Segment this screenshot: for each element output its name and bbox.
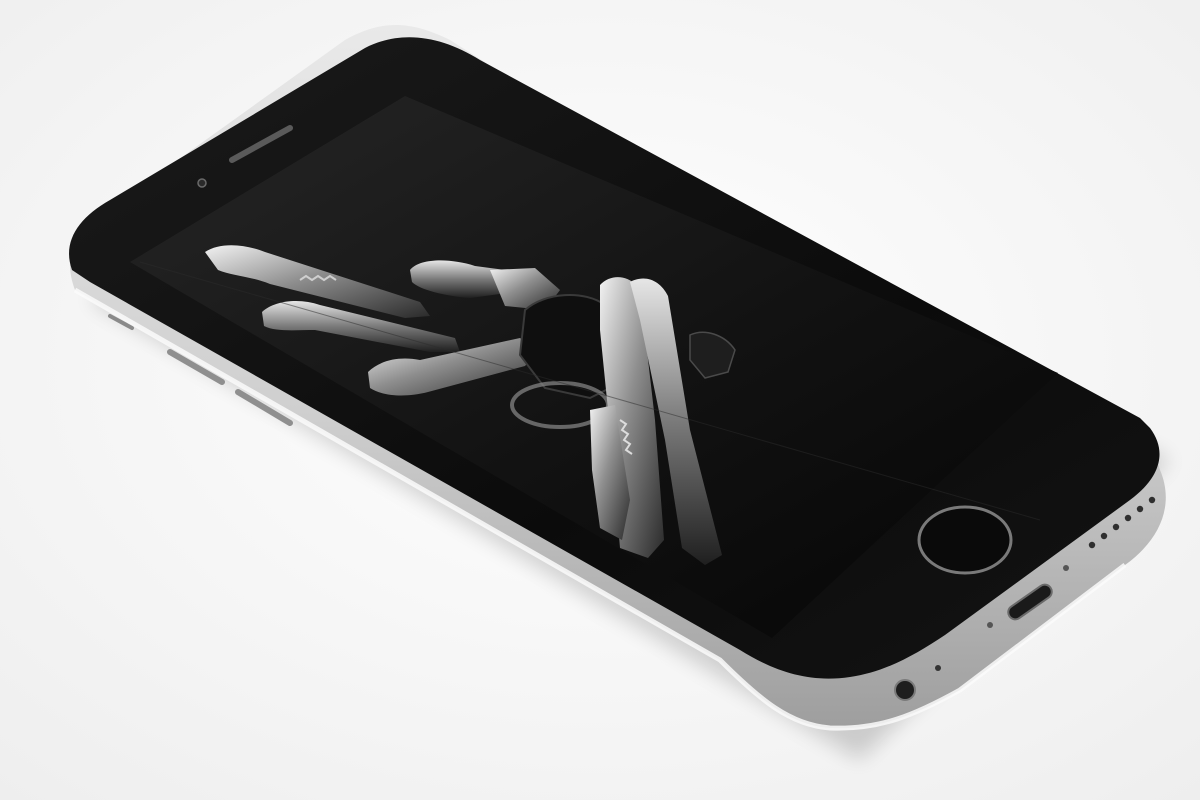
- microphone-hole: [935, 665, 941, 671]
- product-photo: [0, 0, 1200, 800]
- headphone-jack-icon: [894, 679, 916, 701]
- home-button-icon[interactable]: [917, 505, 1013, 575]
- screw-right: [1063, 565, 1069, 571]
- screw-left: [987, 622, 993, 628]
- front-camera-icon: [197, 178, 207, 188]
